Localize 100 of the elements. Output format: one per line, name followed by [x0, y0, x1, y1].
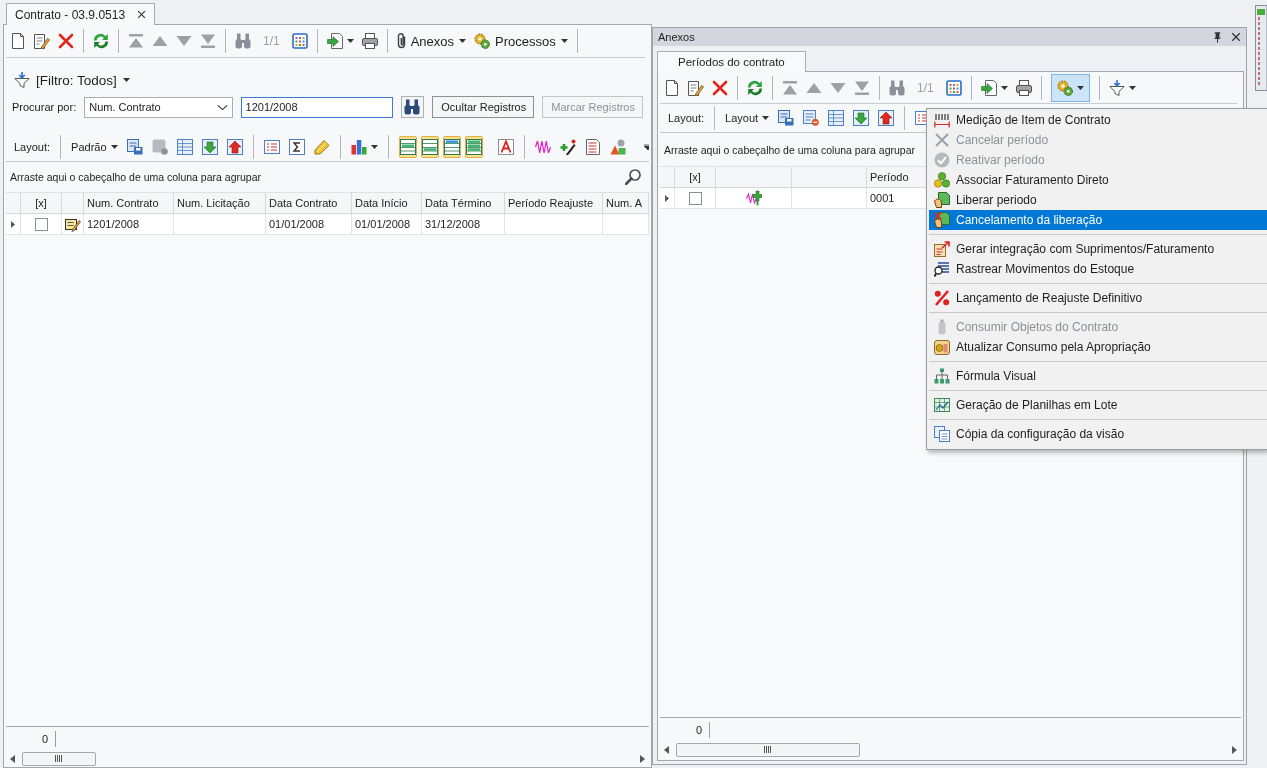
- menu-item[interactable]: Fórmula Visual: [929, 366, 1267, 386]
- document-tab[interactable]: Contrato - 03.9.0513: [6, 3, 156, 25]
- document-list-icon[interactable]: [584, 139, 601, 155]
- toggle-button[interactable]: [464, 136, 483, 158]
- column-header[interactable]: [x]: [21, 193, 62, 213]
- plus-pencil-icon[interactable]: [559, 139, 576, 155]
- overflow-caret-icon[interactable]: [643, 144, 649, 150]
- delete-icon[interactable]: [58, 33, 74, 49]
- scroll-right-icon[interactable]: [640, 754, 645, 763]
- table-icon[interactable]: [828, 110, 845, 126]
- checkbox[interactable]: [688, 191, 702, 205]
- scrollbar-thumb[interactable]: [676, 742, 860, 757]
- edit-icon[interactable]: [688, 79, 704, 96]
- table-cell: 01/01/2008: [266, 214, 352, 234]
- search-icon[interactable]: [625, 169, 641, 185]
- attachments-menu-button[interactable]: Anexos: [396, 33, 467, 49]
- toggle-button[interactable]: [398, 136, 417, 158]
- menu-item[interactable]: Medição de Item de Contrato: [929, 110, 1267, 130]
- scroll-left-icon[interactable]: [664, 745, 669, 754]
- column-header[interactable]: Num. Licitação: [174, 193, 266, 213]
- highlighter-icon[interactable]: [313, 139, 330, 155]
- menu-item[interactable]: Geração de Planilhas em Lote: [929, 395, 1267, 415]
- cross-icon: [934, 132, 950, 148]
- menu-item[interactable]: Cancelamento da liberação: [929, 210, 1267, 230]
- filter-dropdown[interactable]: [Filtro: Todos]: [14, 72, 130, 88]
- refresh-icon[interactable]: [93, 33, 109, 49]
- gears-icon: [474, 33, 491, 49]
- search-button[interactable]: [400, 96, 425, 118]
- delete-icon[interactable]: [712, 79, 728, 96]
- close-icon[interactable]: [1231, 32, 1241, 42]
- column-header[interactable]: Data Término: [422, 193, 505, 213]
- caret-icon: [560, 39, 568, 43]
- export-icon[interactable]: [226, 139, 243, 155]
- search-input[interactable]: 1201/2008: [240, 96, 393, 118]
- ruler-icon: [934, 112, 950, 128]
- column-header[interactable]: Data Início: [352, 193, 422, 213]
- column-header[interactable]: [x]: [675, 167, 716, 187]
- scroll-right-icon[interactable]: [1232, 745, 1237, 754]
- column-header[interactable]: Num. A: [603, 193, 649, 213]
- pin-icon[interactable]: [1212, 31, 1223, 43]
- list-icon[interactable]: [263, 139, 280, 155]
- menu-item[interactable]: Cópia da configuração da visão: [929, 424, 1267, 444]
- import-icon[interactable]: [853, 110, 870, 126]
- menu-item[interactable]: Gerar integração com Suprimentos/Faturamento: [929, 239, 1267, 259]
- scroll-left-icon[interactable]: [10, 754, 15, 763]
- close-icon[interactable]: [137, 10, 147, 19]
- menu-item[interactable]: Atualizar Consumo pela Apropriação: [929, 337, 1267, 357]
- caret-icon: [370, 145, 378, 149]
- processes-dropdown[interactable]: [1050, 73, 1090, 102]
- percent-icon: [934, 290, 950, 306]
- binoculars-icon: [404, 99, 421, 115]
- layout-preset-dropdown[interactable]: Padrão: [71, 141, 118, 153]
- table-icon[interactable]: [176, 139, 193, 155]
- printer-icon[interactable]: [361, 33, 378, 49]
- layout-icon[interactable]: [803, 110, 820, 126]
- sigma-icon[interactable]: [288, 139, 305, 155]
- export-dropdown[interactable]: [326, 33, 354, 49]
- toggle-button[interactable]: [420, 136, 439, 158]
- column-header[interactable]: Num. Contrato: [84, 193, 174, 213]
- filter-icon: [14, 72, 30, 88]
- save-layout-icon[interactable]: [778, 110, 795, 126]
- menu-item[interactable]: Rastrear Movimentos do Estoque: [929, 259, 1267, 279]
- binoculars-icon[interactable]: [889, 79, 905, 96]
- binoculars-icon[interactable]: [235, 33, 251, 49]
- hide-records-button[interactable]: Ocultar Registros: [432, 96, 535, 118]
- panel-title: Anexos: [658, 31, 696, 43]
- filter-dropdown[interactable]: [1108, 79, 1136, 96]
- record-counter: 1/1: [263, 34, 280, 48]
- table-cell: 1201/2008: [84, 214, 174, 234]
- printer-icon[interactable]: [1015, 79, 1032, 96]
- new-document-icon[interactable]: [664, 79, 680, 96]
- toggle-button[interactable]: [442, 136, 461, 158]
- export-icon[interactable]: [878, 110, 895, 126]
- scrollbar-thumb[interactable]: [22, 751, 96, 766]
- column-header[interactable]: Data Contrato: [266, 193, 352, 213]
- save-layout-icon[interactable]: [126, 139, 143, 155]
- caret-icon: [110, 145, 118, 149]
- menu-item[interactable]: Associar Faturamento Direto: [929, 170, 1267, 190]
- wave-icon[interactable]: [534, 139, 551, 155]
- column-header[interactable]: Período Reajuste: [505, 193, 603, 213]
- gears-icon: [1056, 79, 1073, 96]
- checkbox[interactable]: [34, 217, 48, 231]
- edit-icon[interactable]: [34, 33, 50, 49]
- layout-icon[interactable]: [151, 139, 168, 155]
- import-icon[interactable]: [201, 139, 218, 155]
- export-dropdown[interactable]: [980, 79, 1008, 96]
- caret-icon: [346, 39, 354, 43]
- tab[interactable]: Períodos do contrato: [657, 51, 806, 72]
- refresh-icon[interactable]: [747, 79, 763, 96]
- chart-dropdown[interactable]: [350, 139, 378, 155]
- text-format-icon[interactable]: [497, 139, 514, 155]
- caret-icon: [459, 39, 467, 43]
- new-document-icon[interactable]: [10, 33, 26, 49]
- grid-icon[interactable]: [945, 79, 962, 96]
- menu-item[interactable]: Lançamento de Reajuste Definitivo: [929, 288, 1267, 308]
- grid-icon[interactable]: [291, 33, 308, 49]
- shapes-icon[interactable]: [609, 139, 626, 155]
- processes-menu-button[interactable]: Processos: [474, 33, 568, 49]
- layout-preset-dropdown[interactable]: Layout: [725, 112, 770, 124]
- search-field-select[interactable]: Num. Contrato: [84, 96, 233, 118]
